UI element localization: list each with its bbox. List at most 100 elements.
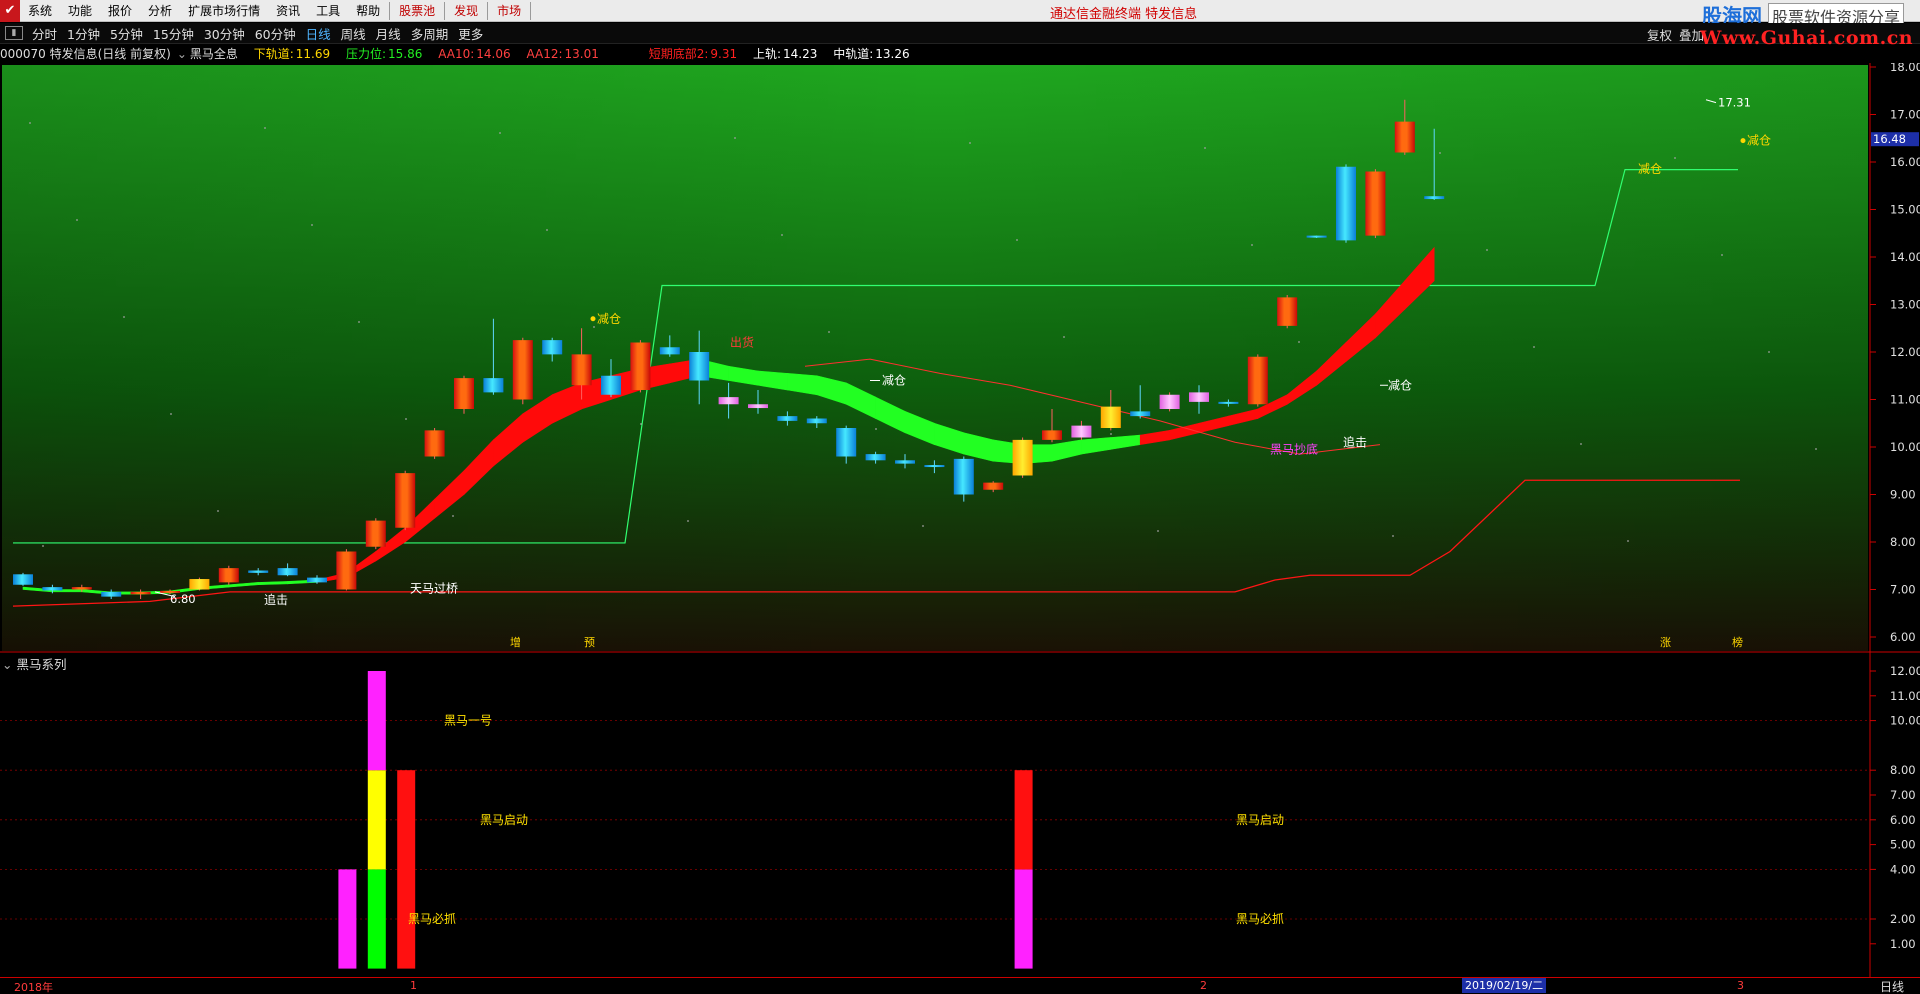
date-label: 2 [1200,979,1207,992]
period-tab-more[interactable]: 更多 [453,24,488,43]
panel-toggle-icon[interactable]: ▮ [5,26,23,40]
candle-body [630,342,651,390]
price-tick-label: 12.00 [1890,345,1920,359]
sub-tick-label: 6.00 [1890,813,1916,827]
menu-item-stock-pool[interactable]: 股票池 [391,0,443,22]
candle-body [365,520,386,547]
candle-body [71,587,92,590]
candle [1012,437,1033,478]
period-tab-fenshi[interactable]: 分时 [27,24,62,43]
grid-dot [1063,336,1065,338]
grid-dot [1580,443,1582,445]
candle-body [307,577,327,583]
period-tab-60min[interactable]: 60分钟 [250,24,301,43]
candle-body [483,378,504,393]
signal-reduce-2: 减仓 [882,374,906,388]
candle-body [1159,394,1180,409]
grid-dot [969,142,971,144]
candle-body [512,340,533,400]
candle-body [1218,401,1239,404]
menu-item-function[interactable]: 功能 [60,0,100,22]
menu-divider [487,1,489,20]
grid-dot [1815,448,1817,450]
candle [454,375,474,414]
indicator-field: AA12: 13.01 [526,47,604,61]
grid-dot [922,525,924,527]
candle-body [218,568,239,583]
menu-item-system[interactable]: 系统 [20,0,60,22]
price-tick-label: 17.00 [1890,108,1920,122]
menu-item-help[interactable]: 帮助 [348,0,388,22]
candle-body [865,454,886,461]
grid-dot [42,545,44,547]
grid-dot [640,423,642,425]
sub-tick-label: 4.00 [1890,862,1916,876]
sub-indicator-chart[interactable]: 黑马一号黑马启动黑马必抓 黑马启动黑马必抓 12.00 11.00 10.00 8.00… [0,653,1920,977]
candle [1247,354,1268,407]
price-tick-label: 10.00 [1890,440,1920,454]
candle-body [836,428,857,457]
sub-tick-label: 12.00 [1890,664,1920,678]
signal-reduce-4: 减仓 [1638,162,1662,176]
cursor-date: 2019/02/19/二 [1462,978,1547,993]
period-tab-5min[interactable]: 5分钟 [105,24,148,43]
period-tab-multi[interactable]: 多周期 [406,24,454,43]
period-tab-monthly[interactable]: 月线 [371,24,406,43]
formula-dropdown[interactable]: ⌄ 黑马全息 [177,47,244,61]
period-tab-15min[interactable]: 15分钟 [148,24,199,43]
period-label: 日线 [1880,980,1905,994]
main-price-chart[interactable]: 6.80 追击天马过桥减仓出货减仓黑马抄底追击减仓减仓减仓17.31增预涨榜 18… [0,63,1920,653]
menu-item-news[interactable]: 资讯 [268,0,308,22]
sub-tick-label: 1.00 [1890,937,1916,951]
candle-body [924,465,945,468]
price-tick-label: 13.00 [1890,298,1920,312]
grid-dot [1627,540,1629,542]
period-tab-daily[interactable]: 日线 [301,24,336,43]
menu-item-analysis[interactable]: 分析 [140,0,180,22]
sub-tick-label: 5.00 [1890,838,1916,852]
menu-bar: ✔ 系统 功能 报价 分析 扩展市场行情 资讯 工具 帮助 股票池 发现 市场 … [0,0,1920,29]
signal-reduce-3: 减仓 [1388,378,1412,392]
indicator-field: 上轨: 14.23 [753,47,823,61]
sub-panel-title[interactable]: ⌄ 黑马系列 [2,654,66,673]
menu-item-ext-market[interactable]: 扩展市场行情 [180,0,268,22]
indicator-value: 13.01 [564,47,599,61]
menu-item-discover[interactable]: 发现 [446,0,486,22]
period-tab-30min[interactable]: 30分钟 [199,24,250,43]
indicator-value: 14.06 [476,47,511,61]
candle-body [1189,392,1209,402]
grid-dot [264,127,266,129]
adjust-button[interactable]: 复权 [1647,25,1672,44]
window-title: 通达信金融终端 特发信息 [1050,7,1198,22]
stock-title[interactable]: 000070 特发信息(日线 前复权) [0,47,171,61]
menu-item-market[interactable]: 市场 [489,0,529,22]
indicator-field: 中轨道: 13.26 [833,47,915,61]
candle-body [42,587,63,591]
menu-divider [444,1,446,20]
candle-body [1100,406,1121,428]
candle-body [336,551,357,590]
label-heima-bizhua-1: 黑马必抓 [408,912,456,926]
candle-body [601,375,621,395]
high-price-label: 17.31 [1718,96,1751,110]
menu-item-quote[interactable]: 报价 [100,0,140,22]
signal-dot [590,316,596,322]
candle-body [571,354,592,386]
signal-bar-segment [1014,770,1033,870]
mark-zhang: 涨 [1660,636,1671,649]
grid-dot [1016,239,1018,241]
grid-dot [499,132,501,134]
menu-divider [389,1,391,20]
grid-dot [405,418,407,420]
menu-item-tools[interactable]: 工具 [308,0,348,22]
indicator-label: AA10: [438,47,475,61]
indicator-info-line: 000070 特发信息(日线 前复权) ⌄ 黑马全息 下轨道: 11.69 压力位: 1… [0,45,1870,63]
sub-tick-label: 2.00 [1890,912,1916,926]
candle [424,428,445,459]
candle-body [1306,235,1327,238]
app-logo-icon[interactable]: ✔ [0,0,20,22]
sub-tick-label: 7.00 [1890,788,1916,802]
candle-body [277,568,298,576]
period-tab-1min[interactable]: 1分钟 [62,24,105,43]
period-tab-weekly[interactable]: 周线 [336,24,371,43]
